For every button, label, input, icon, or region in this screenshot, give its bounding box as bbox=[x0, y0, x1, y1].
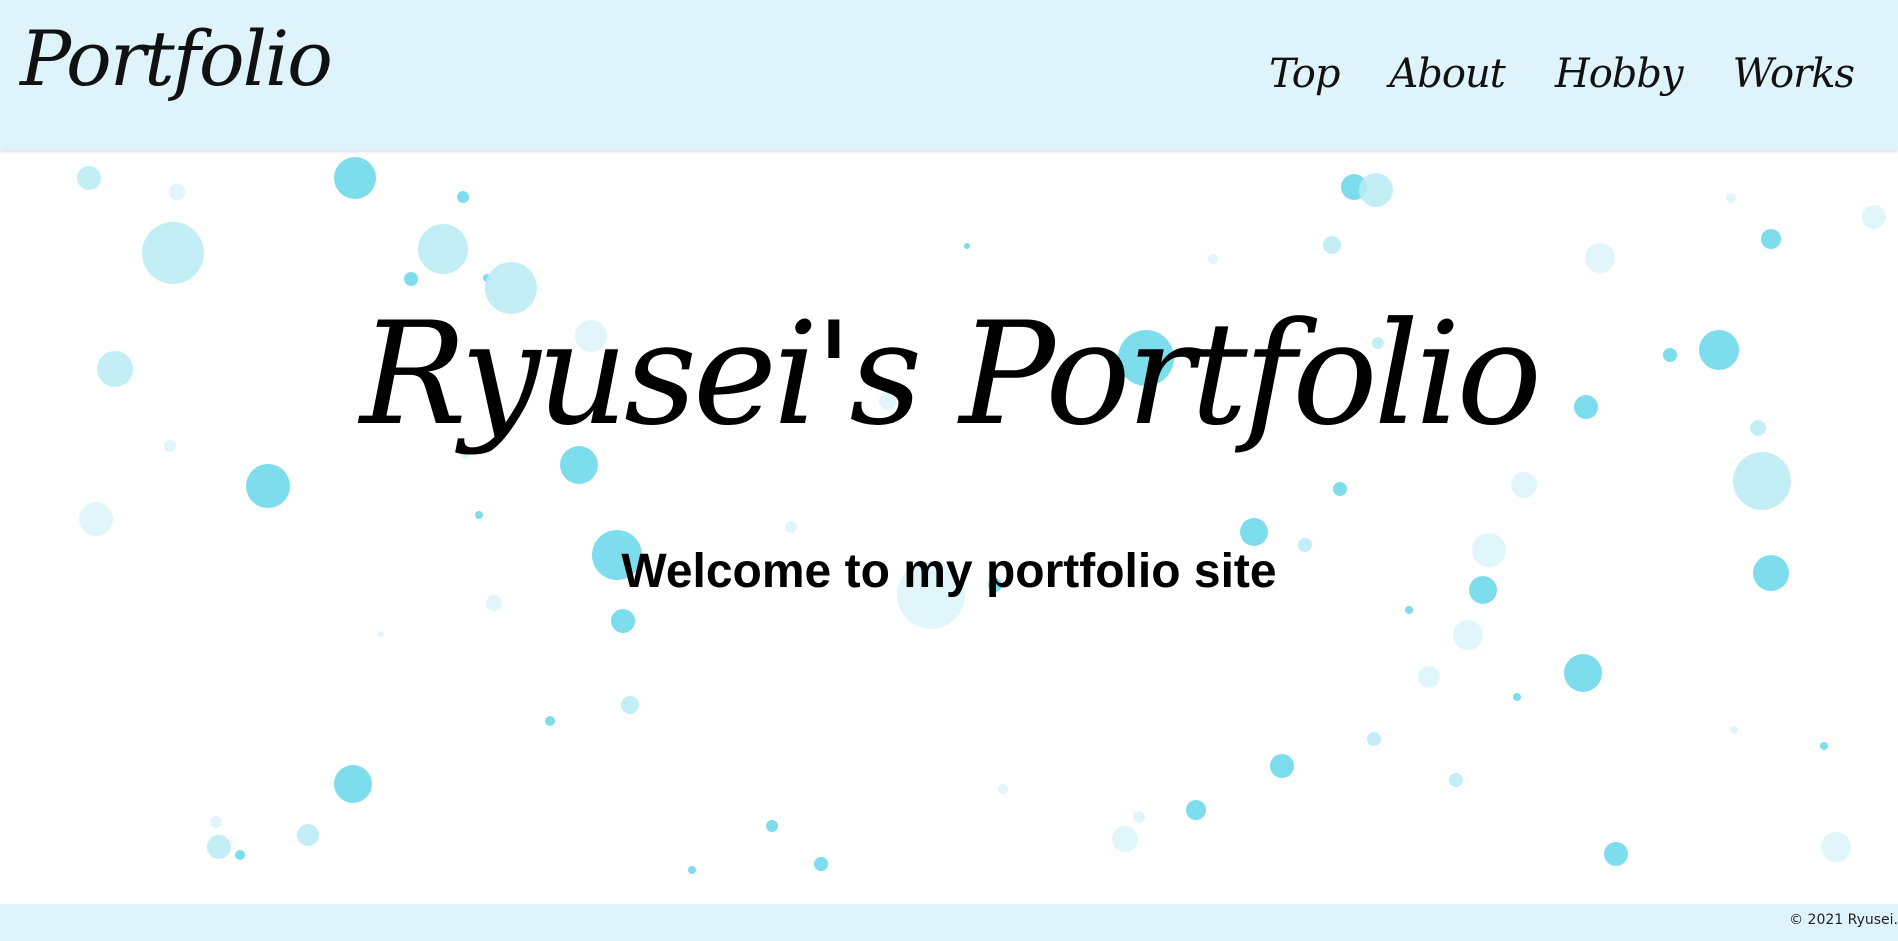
bubble bbox=[334, 765, 372, 803]
bubble bbox=[964, 243, 970, 249]
bubble bbox=[1730, 726, 1738, 734]
hero-section: Ryusei's Portfolio Welcome to my portfol… bbox=[0, 150, 1898, 904]
bubble bbox=[77, 166, 101, 190]
bubble bbox=[1367, 732, 1381, 746]
bubble bbox=[1333, 482, 1347, 496]
bubble bbox=[1208, 254, 1218, 264]
bubble bbox=[246, 464, 290, 508]
copyright-text: © 2021 Ryusei. bbox=[1789, 912, 1898, 928]
site-header: Portfolio Top About Hobby Works bbox=[0, 0, 1898, 150]
bubble bbox=[475, 511, 483, 519]
bubble bbox=[545, 716, 555, 726]
bubble bbox=[1820, 742, 1828, 750]
site-footer: © 2021 Ryusei. bbox=[0, 904, 1898, 941]
site-logo[interactable]: Portfolio bbox=[20, 10, 333, 109]
bubble bbox=[1133, 811, 1145, 823]
bubble bbox=[621, 696, 639, 714]
bubble bbox=[79, 502, 113, 536]
bubble bbox=[1112, 826, 1138, 852]
bubble bbox=[210, 816, 222, 828]
nav-link-hobby[interactable]: Hobby bbox=[1555, 50, 1684, 98]
bubble bbox=[1449, 773, 1463, 787]
bubble bbox=[688, 866, 696, 874]
bubble bbox=[1186, 800, 1206, 820]
bubble bbox=[169, 184, 185, 200]
bubble bbox=[1585, 243, 1615, 273]
bubble bbox=[1761, 229, 1781, 249]
bubble bbox=[1270, 754, 1294, 778]
bubble bbox=[1418, 666, 1440, 688]
bubble bbox=[1513, 693, 1521, 701]
bubble bbox=[1604, 842, 1628, 866]
nav-link-about[interactable]: About bbox=[1389, 50, 1505, 98]
bubble bbox=[998, 784, 1008, 794]
bubble bbox=[785, 521, 797, 533]
main-nav: Top About Hobby Works bbox=[1269, 50, 1855, 98]
bubble bbox=[297, 824, 319, 846]
bubble bbox=[207, 835, 231, 859]
bubble bbox=[1511, 472, 1537, 498]
bubble bbox=[378, 631, 384, 637]
bubble bbox=[814, 857, 828, 871]
bubble bbox=[1862, 205, 1886, 229]
nav-link-top[interactable]: Top bbox=[1269, 50, 1340, 98]
bubble bbox=[1323, 236, 1341, 254]
bubble bbox=[1405, 606, 1413, 614]
bubble bbox=[404, 272, 418, 286]
bubble bbox=[1821, 832, 1851, 862]
bubble bbox=[611, 609, 635, 633]
bubble bbox=[1453, 620, 1483, 650]
hero-subtitle: Welcome to my portfolio site bbox=[621, 545, 1277, 598]
bubble bbox=[142, 222, 204, 284]
nav-link-works[interactable]: Works bbox=[1733, 50, 1855, 98]
bubble bbox=[418, 224, 468, 274]
bubble bbox=[235, 850, 245, 860]
bubble-background bbox=[77, 157, 1886, 874]
bubble bbox=[766, 820, 778, 832]
bubble bbox=[1726, 193, 1736, 203]
bubble bbox=[1240, 518, 1268, 546]
bubble bbox=[334, 157, 376, 199]
bubble bbox=[1733, 452, 1791, 510]
bubble bbox=[457, 191, 469, 203]
bubble bbox=[1564, 654, 1602, 692]
bubble bbox=[1359, 173, 1393, 207]
hero-title: Ryusei's Portfolio bbox=[359, 292, 1542, 457]
